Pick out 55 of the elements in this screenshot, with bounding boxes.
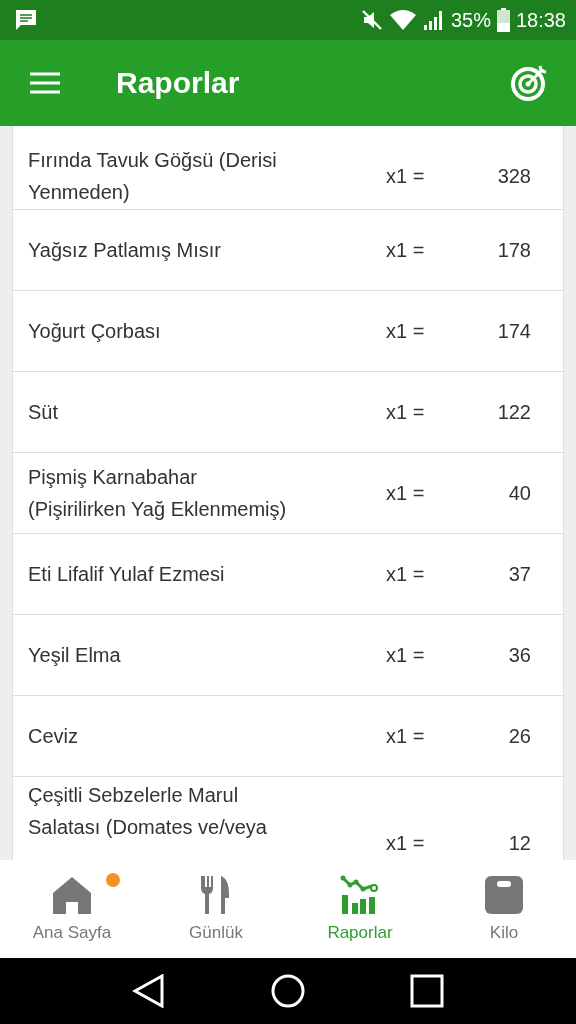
food-quantity: x1 = (386, 319, 426, 344)
food-calories: 122 (496, 400, 531, 425)
food-row[interactable]: Fırında Tavuk Göğsü (Derisi Yenmeden) x1 = 328 (13, 126, 563, 210)
scale-icon (484, 875, 524, 915)
food-name: Yoğurt Çorbası (27, 319, 162, 344)
food-quantity: x1 = (386, 562, 426, 587)
signal-icon (422, 9, 445, 31)
nav-tab[interactable]: Raporlar (288, 860, 432, 958)
mute-icon (360, 9, 383, 31)
nav-tab[interactable]: Günlük (144, 860, 288, 958)
home-circle-icon[interactable] (271, 974, 305, 1008)
food-calories: 37 (507, 562, 531, 587)
food-quantity: x1 = (386, 724, 426, 749)
clock: 18:38 (515, 8, 566, 32)
food-calories: 26 (507, 724, 531, 749)
menu-icon[interactable] (30, 72, 60, 94)
food-quantity: x1 = (386, 831, 426, 856)
food-row[interactable]: Yeşil Elma x1 = 36 (13, 615, 563, 696)
back-icon[interactable] (132, 974, 167, 1008)
food-calories: 12 (507, 831, 531, 856)
food-row[interactable]: Yoğurt Çorbası x1 = 174 (13, 291, 563, 372)
food-name: Çeşitli Sebzelerle Marul Salatası (Domates ve/veya (27, 783, 268, 840)
battery-icon (496, 8, 510, 32)
battery-percent: 35% (450, 8, 491, 32)
food-name: Ceviz (27, 724, 79, 749)
message-icon (14, 9, 38, 31)
screen-title: Raporlar (116, 66, 241, 100)
food-quantity: x1 = (386, 400, 426, 425)
food-calories: 328 (496, 164, 531, 189)
food-row[interactable]: Pişmiş Karnabahar (Pişirilirken Yağ Eklenmemiş) x1 = 40 (13, 453, 563, 534)
food-name: Süt (27, 400, 60, 425)
food-quantity: x1 = (386, 238, 426, 263)
target-icon[interactable] (510, 64, 548, 102)
food-calories: 36 (507, 643, 531, 668)
food-calories: 40 (507, 481, 531, 506)
food-name: Eti Lifalif Yulaf Ezmesi (27, 562, 226, 587)
house-icon (52, 875, 92, 915)
food-name: Fırında Tavuk Göğsü (Derisi Yenmeden) (27, 148, 278, 205)
chart-icon (340, 875, 380, 915)
food-row[interactable]: Yağsız Patlamış Mısır x1 = 178 (13, 210, 563, 291)
food-quantity: x1 = (386, 481, 426, 506)
recents-icon[interactable] (409, 974, 444, 1008)
nav-tab[interactable]: Kilo (432, 860, 576, 958)
wifi-icon (388, 9, 417, 31)
food-calories: 174 (496, 319, 531, 344)
nav-tab[interactable]: Ana Sayfa (0, 860, 144, 958)
food-calories: 178 (496, 238, 531, 263)
food-row[interactable]: Ceviz x1 = 26 (13, 696, 563, 777)
food-quantity: x1 = (386, 164, 426, 189)
food-quantity: x1 = (386, 643, 426, 668)
food-name: Yeşil Elma (27, 643, 122, 668)
food-row[interactable]: Eti Lifalif Yulaf Ezmesi x1 = 37 (13, 534, 563, 615)
food-name: Pişmiş Karnabahar (Pişirilirken Yağ Eklenmemiş) (27, 465, 288, 522)
food-name: Yağsız Patlamış Mısır (27, 238, 222, 263)
food-row[interactable]: Süt x1 = 122 (13, 372, 563, 453)
